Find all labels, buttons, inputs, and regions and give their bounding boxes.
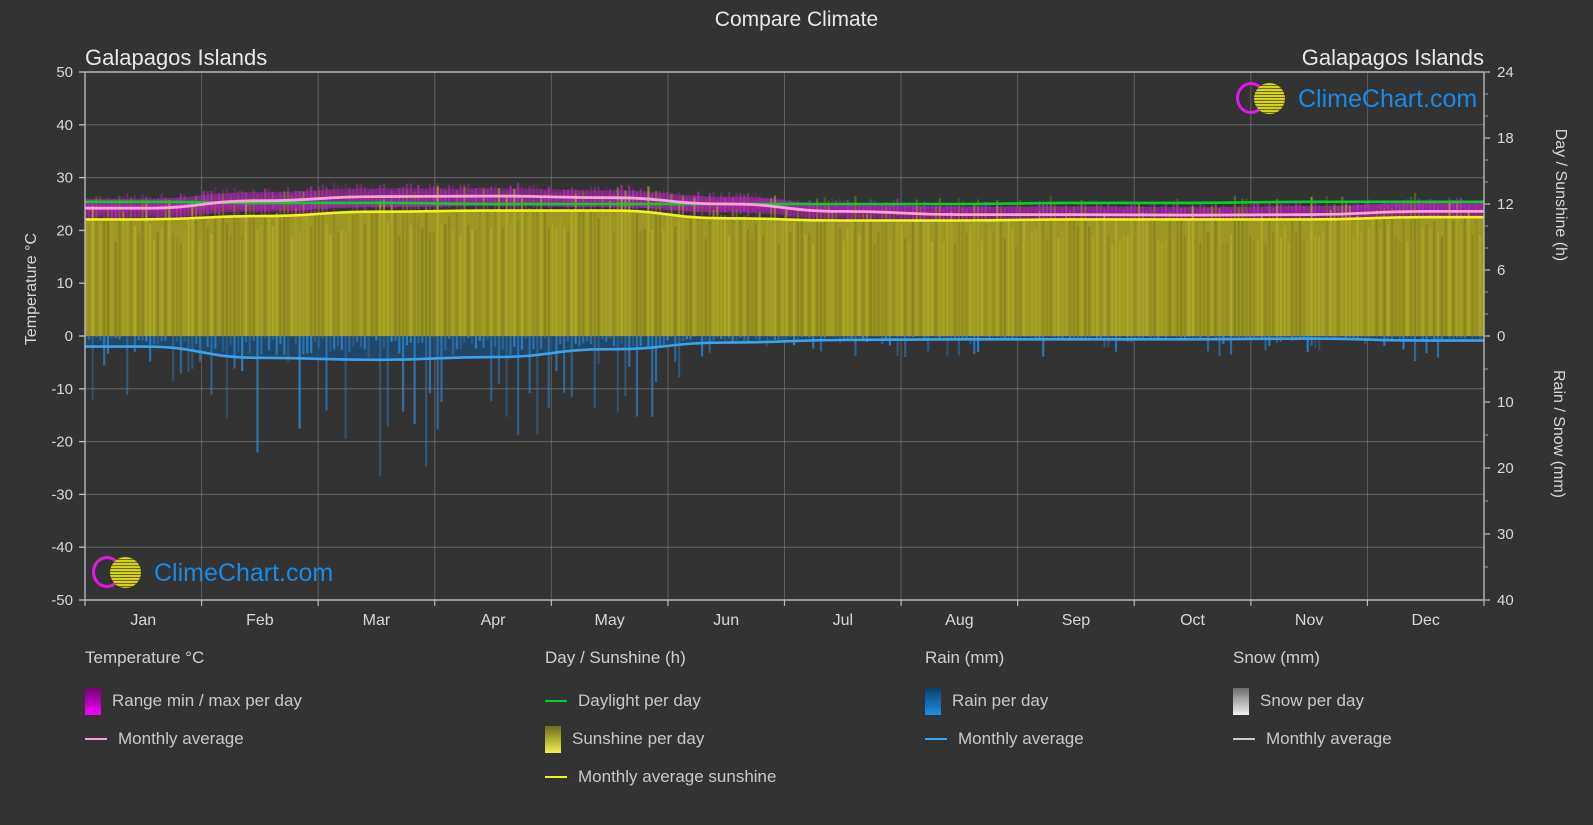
legend: Temperature °C Range min / max per day Mo…: [0, 648, 1593, 808]
legend-items: Range min / max per day Monthly average: [85, 682, 302, 758]
legend-color-swatch: [1233, 687, 1249, 715]
legend-item-label: Snow per day: [1260, 691, 1364, 710]
legend-item[interactable]: Monthly average: [925, 720, 1084, 758]
x-tick-label-month: Apr: [481, 612, 507, 629]
y-tick-label-day-sunshine: 6: [1497, 262, 1505, 279]
watermark-top: ClimeChart.com: [1236, 80, 1477, 118]
y-tick-label-temperature: 50: [56, 64, 73, 81]
legend-group-temperature: Temperature °C Range min / max per day Mo…: [85, 648, 302, 758]
climechart-logo-icon: [92, 554, 146, 592]
y-tick-label-temperature: 40: [56, 117, 73, 134]
y-tick-label-temperature: -50: [51, 592, 73, 609]
legend-heading: Rain (mm): [925, 648, 1005, 667]
y-tick-label-rain-snow: 10: [1497, 394, 1514, 411]
legend-item[interactable]: Monthly average: [85, 720, 302, 758]
climechart-logo-icon: [1236, 80, 1290, 118]
watermark-label-top: ClimeChart.com: [1298, 84, 1478, 113]
climate-chart-page: Compare Climate Galapagos Islands Galapa…: [0, 0, 1593, 825]
y-tick-label-temperature: 20: [56, 222, 73, 239]
y-tick-label-day-sunshine: 12: [1497, 196, 1514, 213]
legend-line-swatch: [925, 738, 947, 740]
x-tick-label-month: Jun: [713, 612, 739, 629]
x-tick-label-month: Feb: [246, 612, 274, 629]
legend-heading: Day / Sunshine (h): [545, 648, 686, 667]
x-tick-label-month: Jul: [833, 612, 853, 629]
legend-items: Daylight per day Sunshine per day Monthly …: [545, 682, 776, 796]
y-tick-label-rain-snow: 20: [1497, 460, 1514, 477]
legend-item[interactable]: Sunshine per day: [545, 720, 776, 758]
legend-item[interactable]: Range min / max per day: [85, 682, 302, 720]
legend-color-swatch: [545, 725, 561, 753]
legend-group-rain: Rain (mm) Rain per day Monthly average: [925, 648, 1084, 758]
x-tick-label-month: Aug: [945, 612, 973, 629]
y-tick-label-temperature: -30: [51, 486, 73, 503]
watermark-label-bottom: ClimeChart.com: [154, 558, 334, 587]
legend-item[interactable]: Daylight per day: [545, 682, 776, 720]
legend-item-label: Monthly average: [1266, 729, 1392, 748]
legend-item[interactable]: Monthly average: [1233, 720, 1392, 758]
x-tick-label-month: Nov: [1295, 612, 1323, 629]
legend-line-swatch: [1233, 738, 1255, 740]
legend-heading: Temperature °C: [85, 648, 205, 667]
y-tick-label-temperature: -10: [51, 381, 73, 398]
legend-group-day-sunshine: Day / Sunshine (h) Daylight per day Sunsh…: [545, 648, 776, 796]
y-tick-label-temperature: -20: [51, 434, 73, 451]
y-tick-label-temperature: -40: [51, 539, 73, 556]
x-tick-label-month: Oct: [1180, 612, 1205, 629]
legend-item[interactable]: Snow per day: [1233, 682, 1392, 720]
x-tick-label-month: Dec: [1411, 612, 1439, 629]
legend-item-label: Sunshine per day: [572, 729, 705, 748]
legend-color-swatch: [925, 687, 941, 715]
y-tick-label-rain-snow: 30: [1497, 526, 1514, 543]
x-tick-label-month: May: [595, 612, 625, 629]
legend-item-label: Monthly average: [958, 729, 1084, 748]
legend-item-label: Rain per day: [952, 691, 1049, 710]
y-tick-label-day-sunshine: 0: [1497, 328, 1505, 345]
watermark-bottom: ClimeChart.com: [92, 554, 333, 592]
y-tick-label-rain-snow: 40: [1497, 592, 1514, 609]
x-tick-label-month: Sep: [1062, 612, 1091, 629]
legend-line-swatch: [545, 776, 567, 778]
legend-item-label: Monthly average sunshine: [578, 767, 777, 786]
y-tick-label-temperature: 30: [56, 170, 73, 187]
legend-items: Snow per day Monthly average: [1233, 682, 1392, 758]
legend-item-label: Monthly average: [118, 729, 244, 748]
legend-item-label: Daylight per day: [578, 691, 701, 710]
y-tick-label-day-sunshine: 18: [1497, 130, 1514, 147]
legend-item[interactable]: Monthly average sunshine: [545, 758, 776, 796]
legend-line-swatch: [545, 700, 567, 702]
legend-color-swatch: [85, 687, 101, 715]
legend-group-snow: Snow (mm) Snow per day Monthly average: [1233, 648, 1392, 758]
x-tick-label-month: Jan: [130, 612, 156, 629]
legend-items: Rain per day Monthly average: [925, 682, 1084, 758]
y-tick-label-day-sunshine: 24: [1497, 64, 1514, 81]
y-tick-label-temperature: 10: [56, 275, 73, 292]
y-tick-label-temperature: 0: [65, 328, 73, 345]
legend-line-swatch: [85, 738, 107, 740]
x-tick-label-month: Mar: [363, 612, 391, 629]
legend-heading: Snow (mm): [1233, 648, 1320, 667]
legend-item-label: Range min / max per day: [112, 691, 302, 710]
legend-item[interactable]: Rain per day: [925, 682, 1084, 720]
